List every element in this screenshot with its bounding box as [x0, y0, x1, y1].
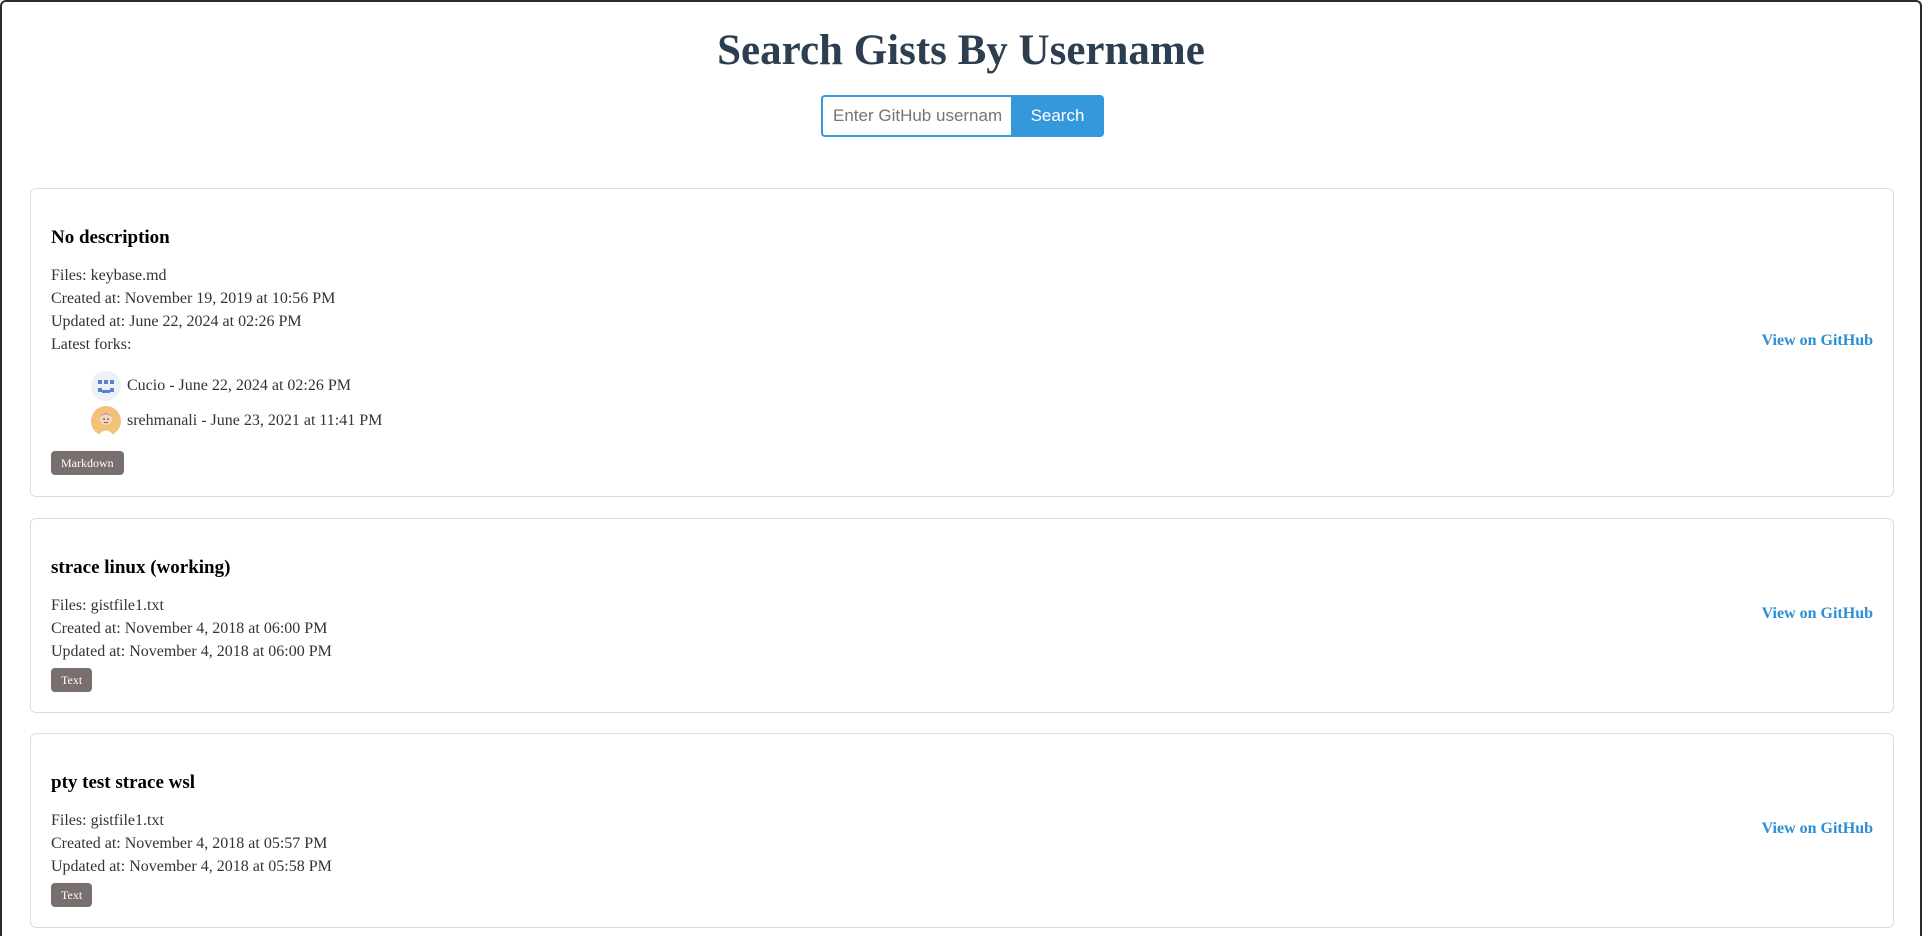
- gist-card: pty test strace wsl Files: gistfile1.txt…: [30, 733, 1894, 928]
- latest-forks-label: Latest forks:: [51, 336, 132, 353]
- gist-files: Files: gistfile1.txt: [51, 597, 164, 614]
- fork-text: srehmanali - June 23, 2021 at 11:41 PM: [127, 412, 383, 429]
- fork-text: Cucio - June 22, 2024 at 02:26 PM: [127, 377, 351, 394]
- gist-created-at: Created at: November 4, 2018 at 05:57 PM: [51, 835, 328, 852]
- view-on-github-link[interactable]: View on GitHub: [1762, 605, 1873, 623]
- gist-title: strace linux (working): [51, 557, 231, 578]
- view-on-github-link[interactable]: View on GitHub: [1762, 332, 1873, 350]
- avatar: [91, 406, 121, 436]
- gist-title: pty test strace wsl: [51, 772, 196, 793]
- gist-updated-at: Updated at: November 4, 2018 at 05:58 PM: [51, 858, 332, 875]
- page-title: Search Gists By Username: [717, 27, 1205, 74]
- gist-files: Files: keybase.md: [51, 267, 167, 284]
- language-badge: Text: [51, 883, 93, 907]
- language-badge: Markdown: [51, 451, 124, 475]
- username-search-input[interactable]: [821, 95, 1011, 137]
- search-button[interactable]: Search: [1011, 95, 1104, 137]
- gist-card: strace linux (working) Files: gistfile1.…: [30, 518, 1894, 713]
- language-badge: Text: [51, 668, 93, 692]
- fork-item: srehmanali - June 23, 2021 at 11:41 PM: [91, 406, 382, 436]
- gist-updated-at: Updated at: November 4, 2018 at 06:00 PM: [51, 643, 332, 660]
- gist-files: Files: gistfile1.txt: [51, 812, 164, 829]
- view-on-github-link[interactable]: View on GitHub: [1762, 820, 1873, 838]
- gist-card: No description Files: keybase.md Created…: [30, 188, 1894, 497]
- gist-created-at: Created at: November 19, 2019 at 10:56 P…: [51, 290, 336, 307]
- fork-item: Cucio - June 22, 2024 at 02:26 PM: [91, 371, 351, 401]
- gist-title: No description: [51, 227, 170, 248]
- gist-created-at: Created at: November 4, 2018 at 06:00 PM: [51, 620, 328, 637]
- gist-updated-at: Updated at: June 22, 2024 at 02:26 PM: [51, 313, 302, 330]
- avatar: [91, 371, 121, 401]
- search-form: Search: [821, 95, 1104, 137]
